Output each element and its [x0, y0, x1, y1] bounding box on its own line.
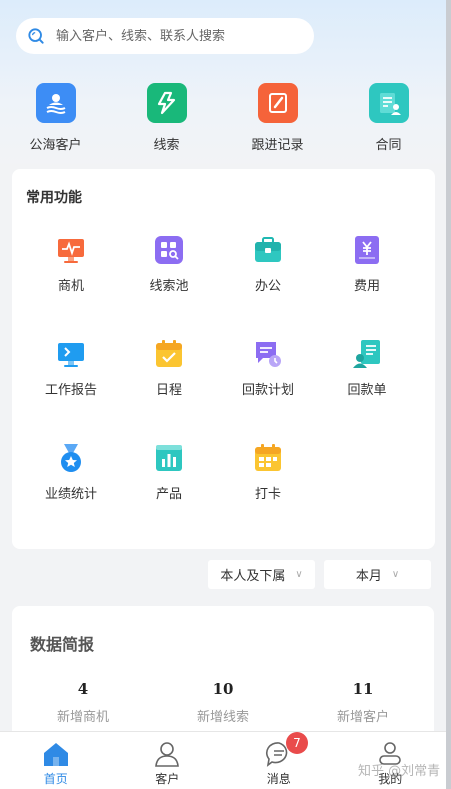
stat-new-opportunities[interactable]: 4 新增商机 [13, 680, 153, 725]
function-lead-pool[interactable]: 线索池 [119, 235, 219, 294]
quick-entry-row: 公海客户 线索 跟进记录 合同 [0, 83, 446, 153]
function-check-in[interactable]: 打卡 [218, 443, 318, 502]
stat-value: 10 [212, 680, 234, 698]
lead-lightning-icon [146, 83, 187, 123]
search-input[interactable] [56, 28, 296, 44]
chevron-down-icon: ∨ [391, 569, 400, 580]
stat-new-leads[interactable]: 10 新增线索 [153, 680, 293, 725]
watermark: 知乎 @刘常青 [358, 764, 441, 779]
search-icon [28, 28, 44, 44]
contract-icon [368, 83, 409, 123]
stat-value: 4 [77, 680, 89, 698]
chevron-down-icon: ∨ [295, 569, 303, 580]
function-label: 线索池 [149, 279, 189, 294]
function-performance[interactable]: 业绩统计 [21, 443, 121, 502]
payment-plan-icon [256, 342, 281, 367]
quick-entry-follow-up[interactable]: 跟进记录 [222, 83, 333, 153]
stat-label: 新增客户 [336, 710, 389, 725]
data-brief-title: 数据简报 [30, 635, 95, 654]
function-label: 业绩统计 [44, 487, 97, 502]
function-office[interactable]: 办公 [218, 235, 318, 294]
period-filter-value: 本月 [355, 569, 382, 584]
function-label: 商机 [57, 279, 84, 294]
customer-icon [155, 742, 180, 767]
common-functions-card: 常用功能 商机 线索池 办公 费用 工作报告 日程 回款计划 回款单 业绩统计 … [12, 169, 435, 549]
function-label: 回款单 [347, 383, 387, 398]
quick-entry-lead[interactable]: 线索 [111, 83, 222, 153]
schedule-calendar-icon [156, 340, 182, 367]
tab-messages[interactable]: 消息 7 [223, 732, 335, 789]
opportunity-icon [58, 239, 84, 263]
tab-label: 消息 [266, 772, 291, 786]
work-report-icon [58, 343, 84, 367]
scope-filter-dropdown[interactable]: 本人及下属 ∨ [208, 560, 315, 589]
tab-label: 客户 [155, 772, 180, 786]
function-payment-receipt[interactable]: 回款单 [317, 339, 417, 398]
quick-entry-contract[interactable]: 合同 [333, 83, 444, 153]
home-icon [43, 743, 68, 766]
function-label: 办公 [254, 279, 281, 294]
tab-customer[interactable]: 客户 [112, 732, 224, 789]
lead-pool-icon [155, 236, 183, 264]
stat-value: 11 [352, 680, 374, 698]
tab-home[interactable]: 首页 [0, 732, 112, 789]
performance-medal-icon [61, 444, 81, 472]
stat-label: 新增商机 [56, 710, 109, 725]
period-filter-dropdown[interactable]: 本月 ∨ [324, 560, 431, 589]
public-sea-customer-icon [35, 83, 76, 123]
office-briefcase-icon [255, 237, 281, 262]
function-label: 工作报告 [44, 383, 97, 398]
quick-entry-label: 公海客户 [29, 138, 82, 153]
function-label: 费用 [353, 279, 380, 294]
follow-up-record-icon [257, 83, 298, 123]
quick-entry-label: 合同 [375, 138, 402, 153]
expense-icon [355, 236, 379, 264]
stat-label: 新增线索 [196, 710, 249, 725]
check-in-icon [255, 444, 281, 471]
function-label: 回款计划 [241, 383, 294, 398]
function-label: 产品 [155, 487, 182, 502]
function-schedule[interactable]: 日程 [119, 339, 219, 398]
function-product[interactable]: 产品 [119, 443, 219, 502]
unread-badge: 7 [286, 732, 308, 754]
scope-filter-value: 本人及下属 [220, 569, 286, 584]
function-label: 日程 [155, 383, 182, 398]
quick-entry-label: 线索 [153, 138, 180, 153]
product-chart-icon [156, 445, 182, 471]
quick-entry-public-sea[interactable]: 公海客户 [0, 83, 111, 153]
function-payment-plan[interactable]: 回款计划 [218, 339, 318, 398]
function-work-report[interactable]: 工作报告 [21, 339, 121, 398]
function-opportunity[interactable]: 商机 [21, 235, 121, 294]
stat-new-customers[interactable]: 11 新增客户 [293, 680, 433, 725]
tab-label: 首页 [43, 772, 68, 786]
common-functions-title: 常用功能 [26, 190, 82, 206]
scrollbar-track [446, 0, 451, 789]
function-label: 打卡 [254, 487, 281, 502]
function-expense[interactable]: 费用 [317, 235, 417, 294]
payment-receipt-icon [353, 340, 380, 368]
quick-entry-label: 跟进记录 [251, 138, 304, 153]
search-bar[interactable] [16, 18, 314, 54]
